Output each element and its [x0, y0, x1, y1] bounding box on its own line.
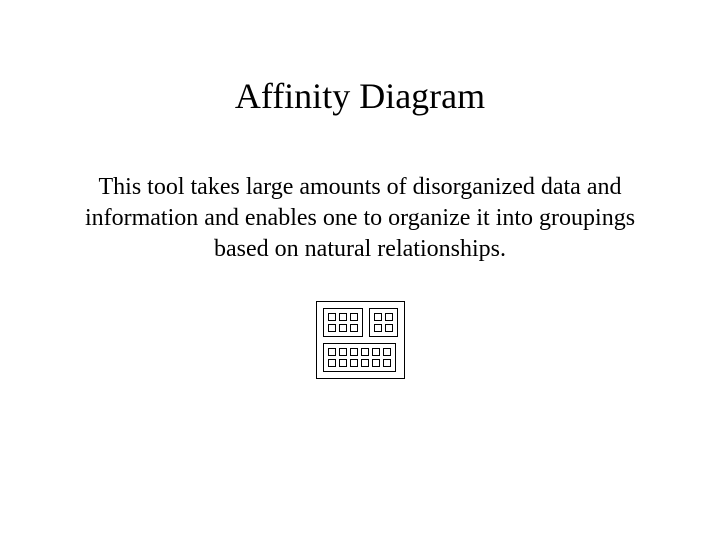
item-cell: [350, 348, 358, 356]
item-row: [328, 324, 358, 332]
group-box-top-right: [369, 308, 398, 337]
diagram-bottom-row: [323, 343, 398, 372]
item-cell: [372, 359, 380, 367]
item-cell: [385, 324, 393, 332]
item-cell: [350, 359, 358, 367]
item-cell: [372, 348, 380, 356]
item-cell: [350, 313, 358, 321]
diagram-top-row: [323, 308, 398, 337]
item-cell: [339, 359, 347, 367]
item-cell: [339, 324, 347, 332]
item-cell: [383, 348, 391, 356]
item-row: [374, 313, 393, 321]
item-cell: [328, 359, 336, 367]
item-row: [328, 348, 391, 356]
affinity-diagram-illustration: [316, 301, 405, 379]
slide-description: This tool takes large amounts of disorga…: [60, 172, 660, 266]
item-cell: [385, 313, 393, 321]
item-row: [328, 313, 358, 321]
item-cell: [328, 313, 336, 321]
item-cell: [328, 324, 336, 332]
group-box-bottom: [323, 343, 396, 372]
group-box-top-left: [323, 308, 363, 337]
item-cell: [361, 359, 369, 367]
item-cell: [374, 324, 382, 332]
item-cell: [383, 359, 391, 367]
item-cell: [350, 324, 358, 332]
item-row: [328, 359, 391, 367]
slide-title: Affinity Diagram: [235, 75, 485, 117]
item-cell: [374, 313, 382, 321]
item-cell: [328, 348, 336, 356]
item-cell: [339, 313, 347, 321]
item-cell: [339, 348, 347, 356]
item-cell: [361, 348, 369, 356]
item-row: [374, 324, 393, 332]
